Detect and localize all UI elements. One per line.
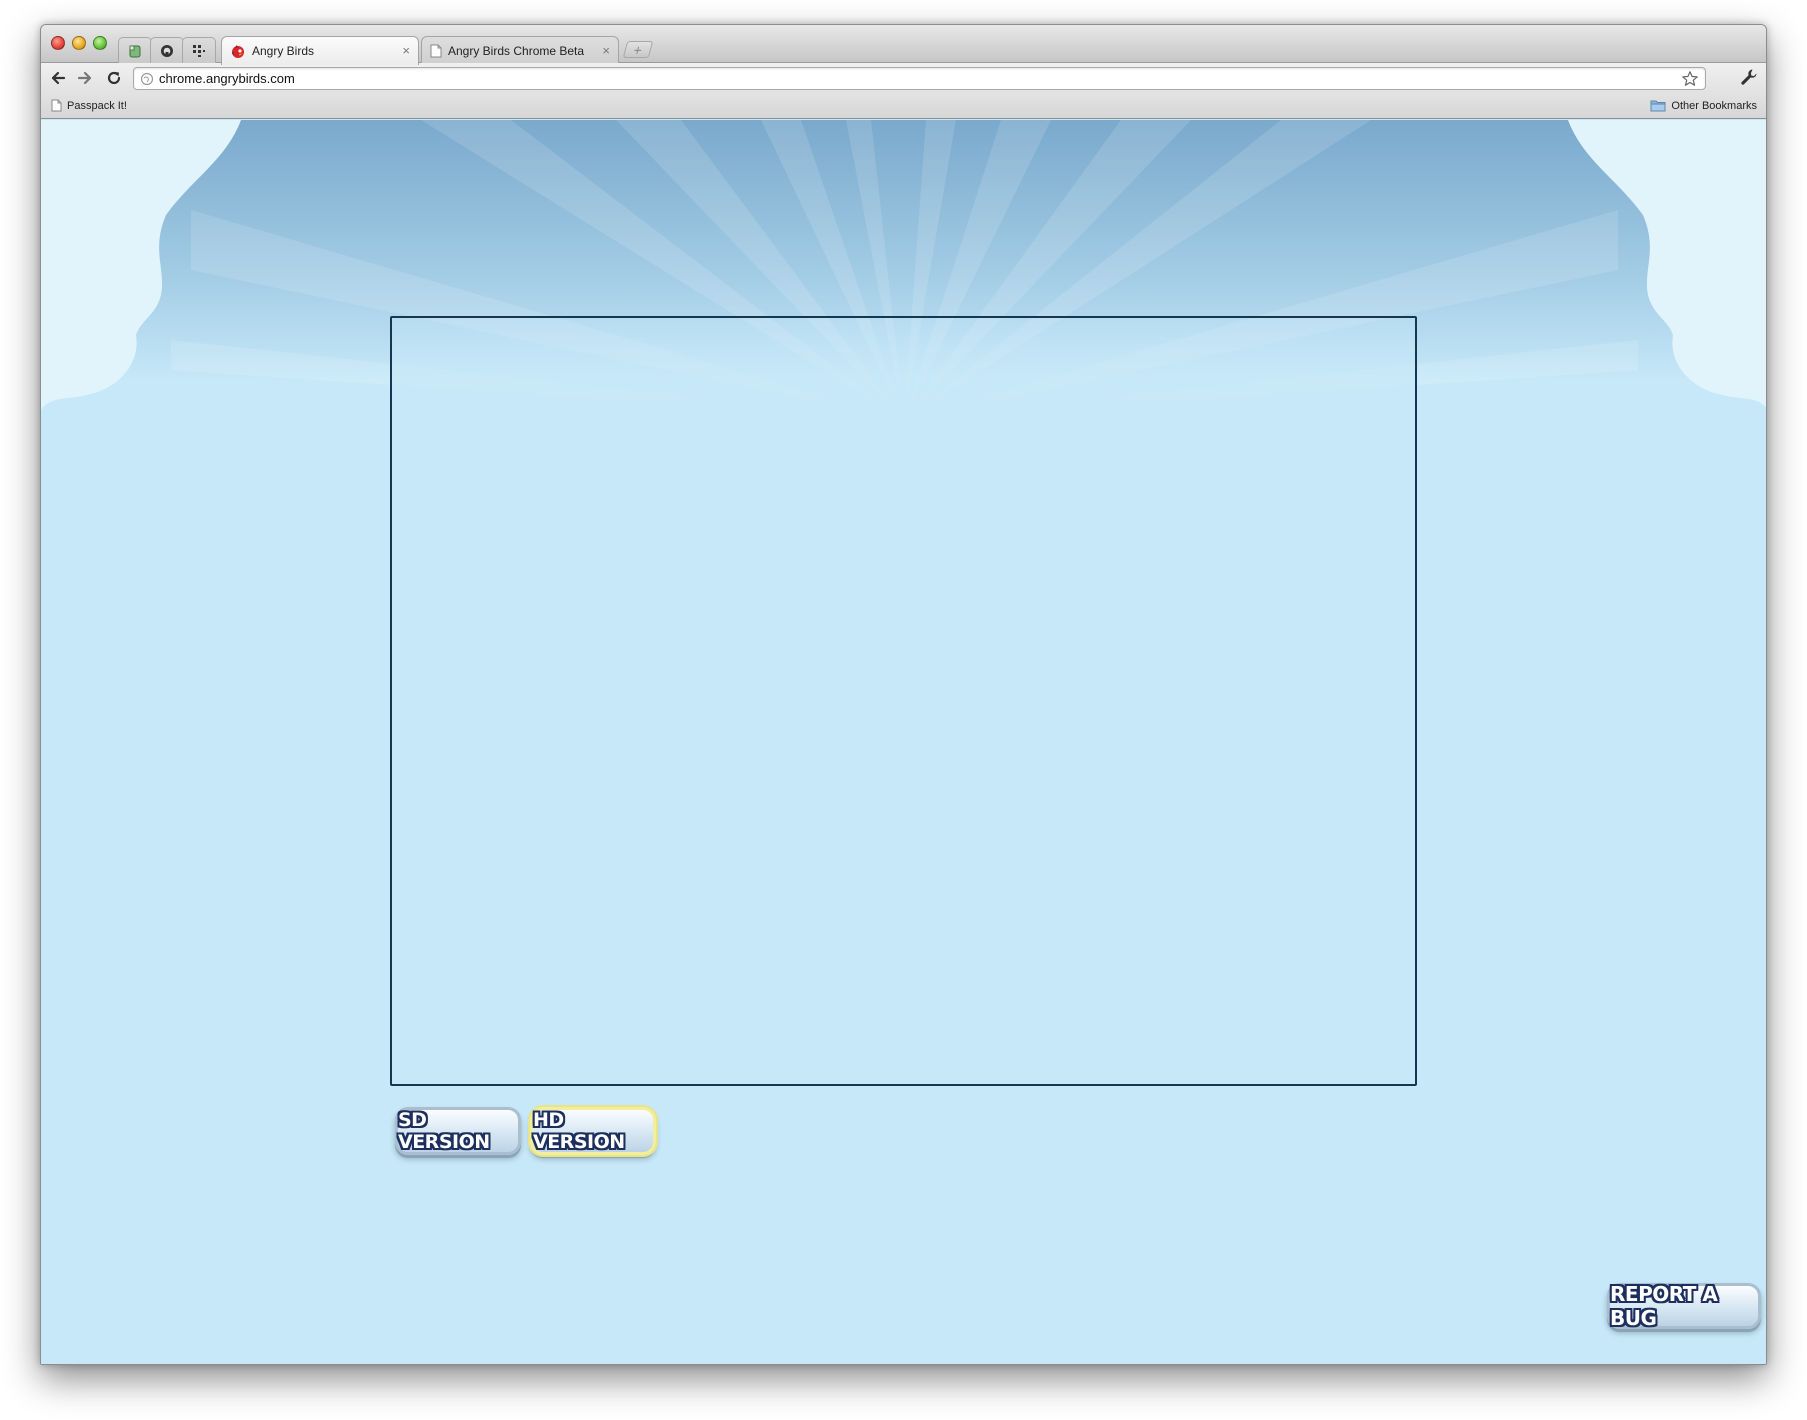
- folder-icon: [1650, 100, 1666, 112]
- tab-angry-birds-chrome-beta[interactable]: Angry Birds Chrome Beta ×: [421, 36, 619, 64]
- angry-birds-page: SD VERSION HD VERSION REPORT A BUG: [41, 120, 1766, 1364]
- reload-icon: [107, 71, 121, 85]
- grid-app-icon: [193, 45, 205, 57]
- game-frame[interactable]: [390, 316, 1417, 1086]
- bookmarks-bar: Passpack It! Other Bookmarks: [41, 93, 1766, 119]
- plus-icon: +: [631, 41, 645, 58]
- bookmark-label: Passpack It!: [67, 99, 127, 112]
- tab-close-button[interactable]: ×: [402, 44, 410, 58]
- wrench-menu-icon[interactable]: [1740, 68, 1758, 86]
- tab-title: Angry Birds: [252, 44, 315, 58]
- reload-button[interactable]: [103, 67, 125, 89]
- tab-title: Angry Birds Chrome Beta: [448, 43, 585, 58]
- bookmark-passpack[interactable]: Passpack It!: [51, 99, 127, 112]
- tab-close-button[interactable]: ×: [602, 44, 610, 58]
- toolbar: chrome.angrybirds.com: [41, 63, 1766, 93]
- pinned-tab-evernote[interactable]: [118, 37, 152, 64]
- github-icon: [161, 45, 173, 57]
- hd-version-button[interactable]: HD VERSION: [530, 1107, 656, 1155]
- window-zoom-button[interactable]: [93, 36, 107, 50]
- other-bookmarks-folder[interactable]: Other Bookmarks: [1650, 99, 1757, 112]
- bookmark-star-icon[interactable]: [1681, 70, 1699, 88]
- forward-arrow-icon: [77, 71, 92, 85]
- tab-strip: Angry Birds × Angry Birds Chrome Beta × …: [41, 25, 1766, 65]
- new-tab-button[interactable]: +: [622, 41, 654, 58]
- angry-bird-favicon-icon: [232, 45, 244, 58]
- page-info-icon[interactable]: [140, 72, 154, 86]
- evernote-icon: [129, 45, 141, 58]
- window-minimize-button[interactable]: [72, 36, 86, 50]
- back-arrow-icon: [51, 71, 66, 85]
- pinned-tab-github[interactable]: [150, 37, 184, 64]
- report-a-bug-button[interactable]: REPORT A BUG: [1607, 1282, 1761, 1330]
- window-close-button[interactable]: [51, 36, 65, 50]
- address-bar[interactable]: chrome.angrybirds.com: [133, 67, 1706, 90]
- page-icon: [430, 44, 442, 57]
- address-url: chrome.angrybirds.com: [159, 71, 295, 86]
- forward-button[interactable]: [74, 67, 96, 89]
- other-bookmarks-label: Other Bookmarks: [1671, 99, 1757, 112]
- browser-window: Angry Birds × Angry Birds Chrome Beta × …: [40, 24, 1767, 1365]
- sd-version-button[interactable]: SD VERSION: [395, 1107, 521, 1155]
- pinned-tab-app[interactable]: [182, 37, 216, 64]
- tab-angry-birds[interactable]: Angry Birds ×: [221, 36, 419, 65]
- page-icon: [51, 99, 62, 112]
- back-button[interactable]: [47, 67, 69, 89]
